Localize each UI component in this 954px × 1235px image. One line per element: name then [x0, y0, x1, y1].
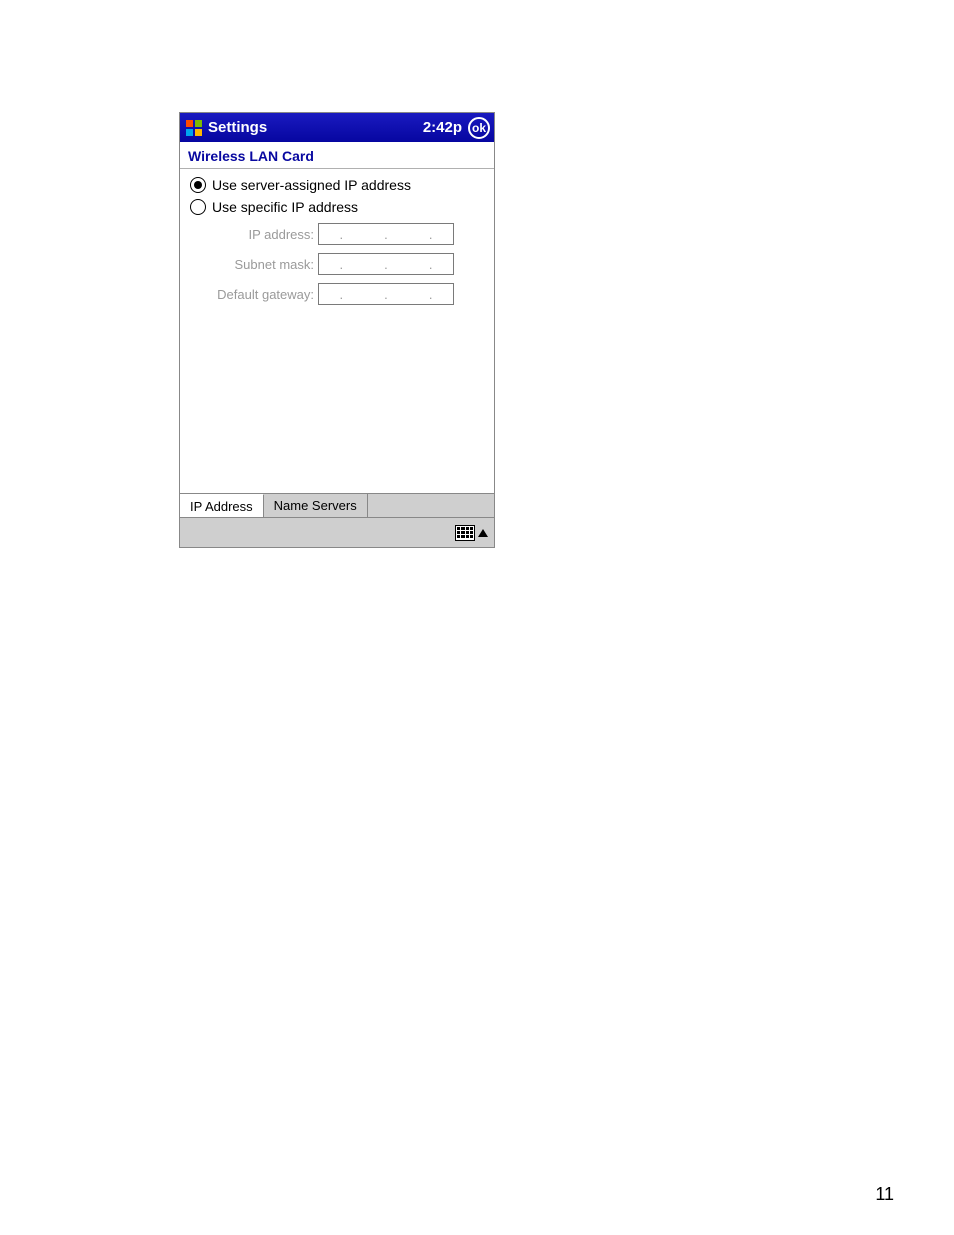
tab-name-servers[interactable]: Name Servers: [264, 494, 368, 517]
ip-address-input[interactable]: ...: [318, 223, 454, 245]
default-gateway-label: Default gateway:: [190, 287, 318, 302]
ip-address-label: IP address:: [190, 227, 318, 242]
bottom-bar: [180, 517, 494, 547]
ip-address-row: IP address: ...: [190, 223, 484, 245]
page-subtitle: Wireless LAN Card: [180, 142, 494, 166]
radio-specific-ip-label: Use specific IP address: [212, 199, 358, 215]
clock: 2:42p: [423, 119, 462, 136]
default-gateway-row: Default gateway: ...: [190, 283, 484, 305]
title-bar: Settings 2:42p ok: [180, 113, 494, 142]
settings-window: Settings 2:42p ok Wireless LAN Card Use …: [179, 112, 495, 548]
subnet-mask-input[interactable]: ...: [318, 253, 454, 275]
ok-button[interactable]: ok: [468, 117, 490, 139]
subnet-mask-label: Subnet mask:: [190, 257, 318, 272]
radio-specific-ip[interactable]: Use specific IP address: [190, 199, 484, 215]
content-area: Use server-assigned IP address Use speci…: [180, 169, 494, 493]
chevron-up-icon: [478, 529, 488, 537]
radio-server-assigned-label: Use server-assigned IP address: [212, 177, 411, 193]
default-gateway-input[interactable]: ...: [318, 283, 454, 305]
keyboard-icon[interactable]: [455, 525, 488, 541]
radio-server-assigned[interactable]: Use server-assigned IP address: [190, 177, 484, 193]
start-menu-icon[interactable]: [184, 118, 204, 138]
tab-ip-address[interactable]: IP Address: [180, 494, 264, 517]
radio-unchecked-icon: [190, 199, 206, 215]
tab-bar: IP Address Name Servers: [180, 493, 494, 517]
radio-checked-icon: [190, 177, 206, 193]
window-title: Settings: [208, 119, 423, 136]
subnet-mask-row: Subnet mask: ...: [190, 253, 484, 275]
page-number: 11: [875, 1184, 894, 1205]
